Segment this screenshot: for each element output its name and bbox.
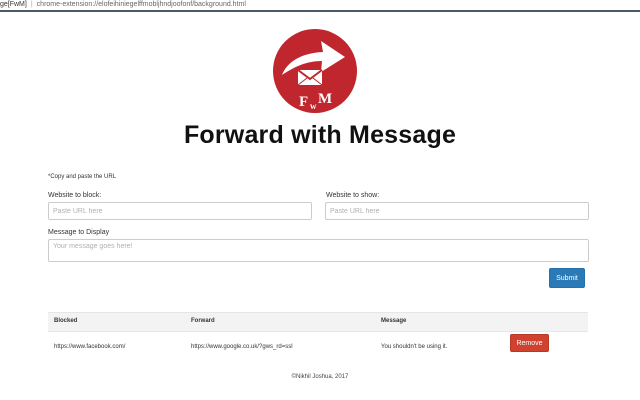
browser-address-bar[interactable]: ge[FwM] | chrome-extension://elofeihiniege… <box>0 0 640 12</box>
message-textarea[interactable] <box>48 239 589 262</box>
block-url-label: Website to block: <box>48 192 102 199</box>
column-header-message: Message <box>381 318 407 324</box>
column-header-blocked: Blocked <box>54 318 78 324</box>
footer-copyright: ©Nikhil Joshua, 2017 <box>291 374 349 380</box>
envelope-icon <box>297 69 323 86</box>
page-title: Forward with Message <box>183 121 457 149</box>
address-url[interactable]: chrome-extension://elofeihiniegelffmoblj… <box>37 1 246 8</box>
submit-button[interactable]: Submit <box>549 268 585 288</box>
block-url-input[interactable] <box>48 202 312 220</box>
row-blocked-url: https://www.facebook.com/ <box>54 344 126 350</box>
message-label: Message to Display <box>48 229 110 236</box>
show-url-input[interactable] <box>325 202 589 220</box>
column-header-forward: Forward <box>191 318 215 324</box>
row-message: You shouldn't be using it. <box>381 344 448 350</box>
fwm-logo: F w M <box>273 29 357 113</box>
show-url-label: Website to show: <box>326 192 380 199</box>
remove-button[interactable]: Remove <box>510 334 549 352</box>
copy-paste-hint: *Copy and paste the URL <box>48 174 117 180</box>
row-forward-url: https://www.google.co.uk/?gws_rd=ssl <box>191 344 293 350</box>
tab-title[interactable]: ge[FwM] <box>0 1 27 8</box>
logo-monogram-w: w <box>310 101 317 111</box>
rules-table-header: Blocked Forward Message <box>48 312 588 332</box>
logo-monogram-f: F <box>299 94 308 110</box>
logo-monogram-m: M <box>318 91 332 107</box>
address-separator: | <box>30 1 33 8</box>
